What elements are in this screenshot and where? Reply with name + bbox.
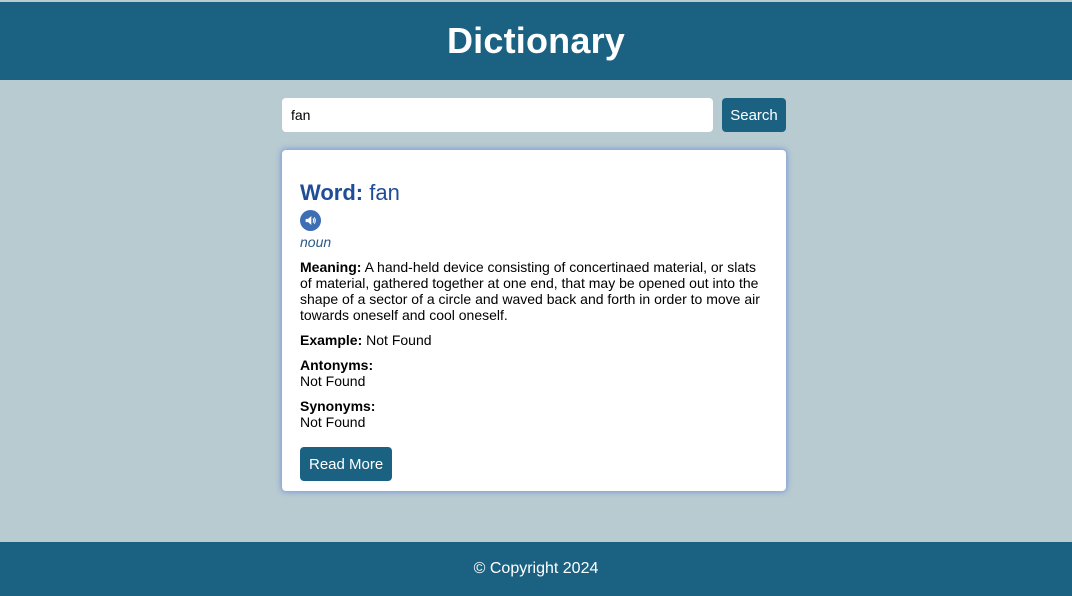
synonyms-text: Not Found xyxy=(300,414,366,430)
example-text: Not Found xyxy=(366,332,432,348)
speaker-icon[interactable] xyxy=(300,210,321,231)
site-footer: © Copyright 2024 xyxy=(0,542,1072,596)
example-label: Example: xyxy=(300,332,363,348)
example-row: Example: Not Found xyxy=(300,332,768,348)
search-input[interactable] xyxy=(282,98,713,132)
word-heading: Word: fan xyxy=(300,180,768,206)
read-more-button[interactable]: Read More xyxy=(300,447,393,481)
meaning-text: A hand-held device consisting of concert… xyxy=(300,259,760,323)
part-of-speech: noun xyxy=(300,234,332,250)
word-label: Word: xyxy=(300,180,364,205)
page-title: Dictionary xyxy=(446,20,626,61)
synonyms-row: Synonyms: Not Found xyxy=(300,398,768,430)
meaning-row: Meaning: A hand-held device consisting o… xyxy=(300,259,768,323)
antonyms-label: Antonyms: xyxy=(300,357,374,373)
speaker-glyph xyxy=(305,216,316,225)
result-card: Word: fan noun Meaning: A hand-held devi… xyxy=(282,150,786,491)
antonyms-text: Not Found xyxy=(300,373,366,389)
synonyms-label: Synonyms: xyxy=(300,398,376,414)
word-value: fan xyxy=(369,180,400,205)
antonyms-row: Antonyms: Not Found xyxy=(300,357,768,389)
search-button[interactable]: Search xyxy=(722,98,786,132)
site-header: Dictionary xyxy=(0,2,1072,80)
search-bar: Search xyxy=(282,98,786,132)
copyright-text: © Copyright 2024 xyxy=(473,560,599,577)
meaning-label: Meaning: xyxy=(300,259,362,275)
